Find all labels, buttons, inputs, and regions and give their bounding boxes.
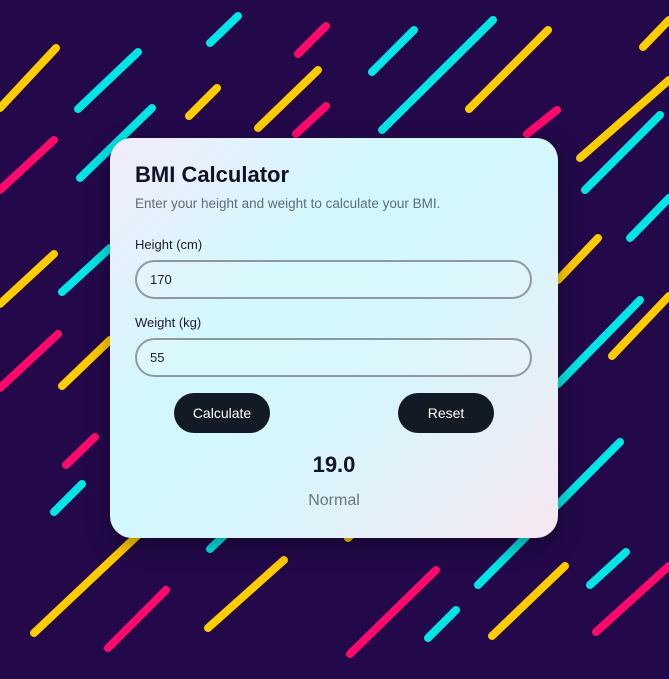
background-stripe xyxy=(104,586,170,652)
background-stripe xyxy=(424,606,460,642)
background-stripe xyxy=(0,44,60,112)
background-stripe xyxy=(62,433,99,469)
background-stripe xyxy=(488,562,569,640)
background-stripe xyxy=(586,548,630,589)
background-stripe xyxy=(204,556,288,632)
background-stripe xyxy=(523,106,561,138)
background-stripe xyxy=(292,102,330,138)
weight-input[interactable] xyxy=(135,338,532,377)
background-stripe xyxy=(465,26,552,113)
background-stripe xyxy=(58,244,114,296)
background-stripe xyxy=(58,336,114,390)
background-stripe xyxy=(185,84,221,120)
background-stripe xyxy=(294,22,330,58)
background-stripe xyxy=(639,16,669,51)
bmi-result-value: 19.0 xyxy=(312,452,356,477)
background-stripe xyxy=(50,480,86,516)
background-stripe xyxy=(378,16,497,134)
background-stripe xyxy=(0,330,62,392)
height-label: Height (cm) xyxy=(135,237,203,252)
page-title: BMI Calculator xyxy=(135,162,290,187)
background-stripe xyxy=(626,194,669,242)
background-stripe xyxy=(581,111,664,194)
reset-button[interactable]: Reset xyxy=(398,393,494,433)
height-input[interactable] xyxy=(135,260,532,299)
bmi-result-category: Normal xyxy=(308,492,360,509)
background-stripe xyxy=(74,48,142,113)
background-stripe xyxy=(554,234,602,284)
background-stripe xyxy=(206,12,242,47)
background-stripe xyxy=(368,26,418,76)
background-stripe xyxy=(346,566,440,658)
background-stripe xyxy=(592,562,669,636)
bmi-calculator-card: BMI Calculator Enter your height and wei… xyxy=(110,138,558,538)
calculate-button[interactable]: Calculate xyxy=(174,393,270,433)
weight-label: Weight (kg) xyxy=(135,315,202,330)
background-stripe xyxy=(0,250,58,308)
subtitle: Enter your height and weight to calculat… xyxy=(135,196,441,211)
background-stripe xyxy=(30,531,142,637)
background-stripe xyxy=(0,136,58,194)
